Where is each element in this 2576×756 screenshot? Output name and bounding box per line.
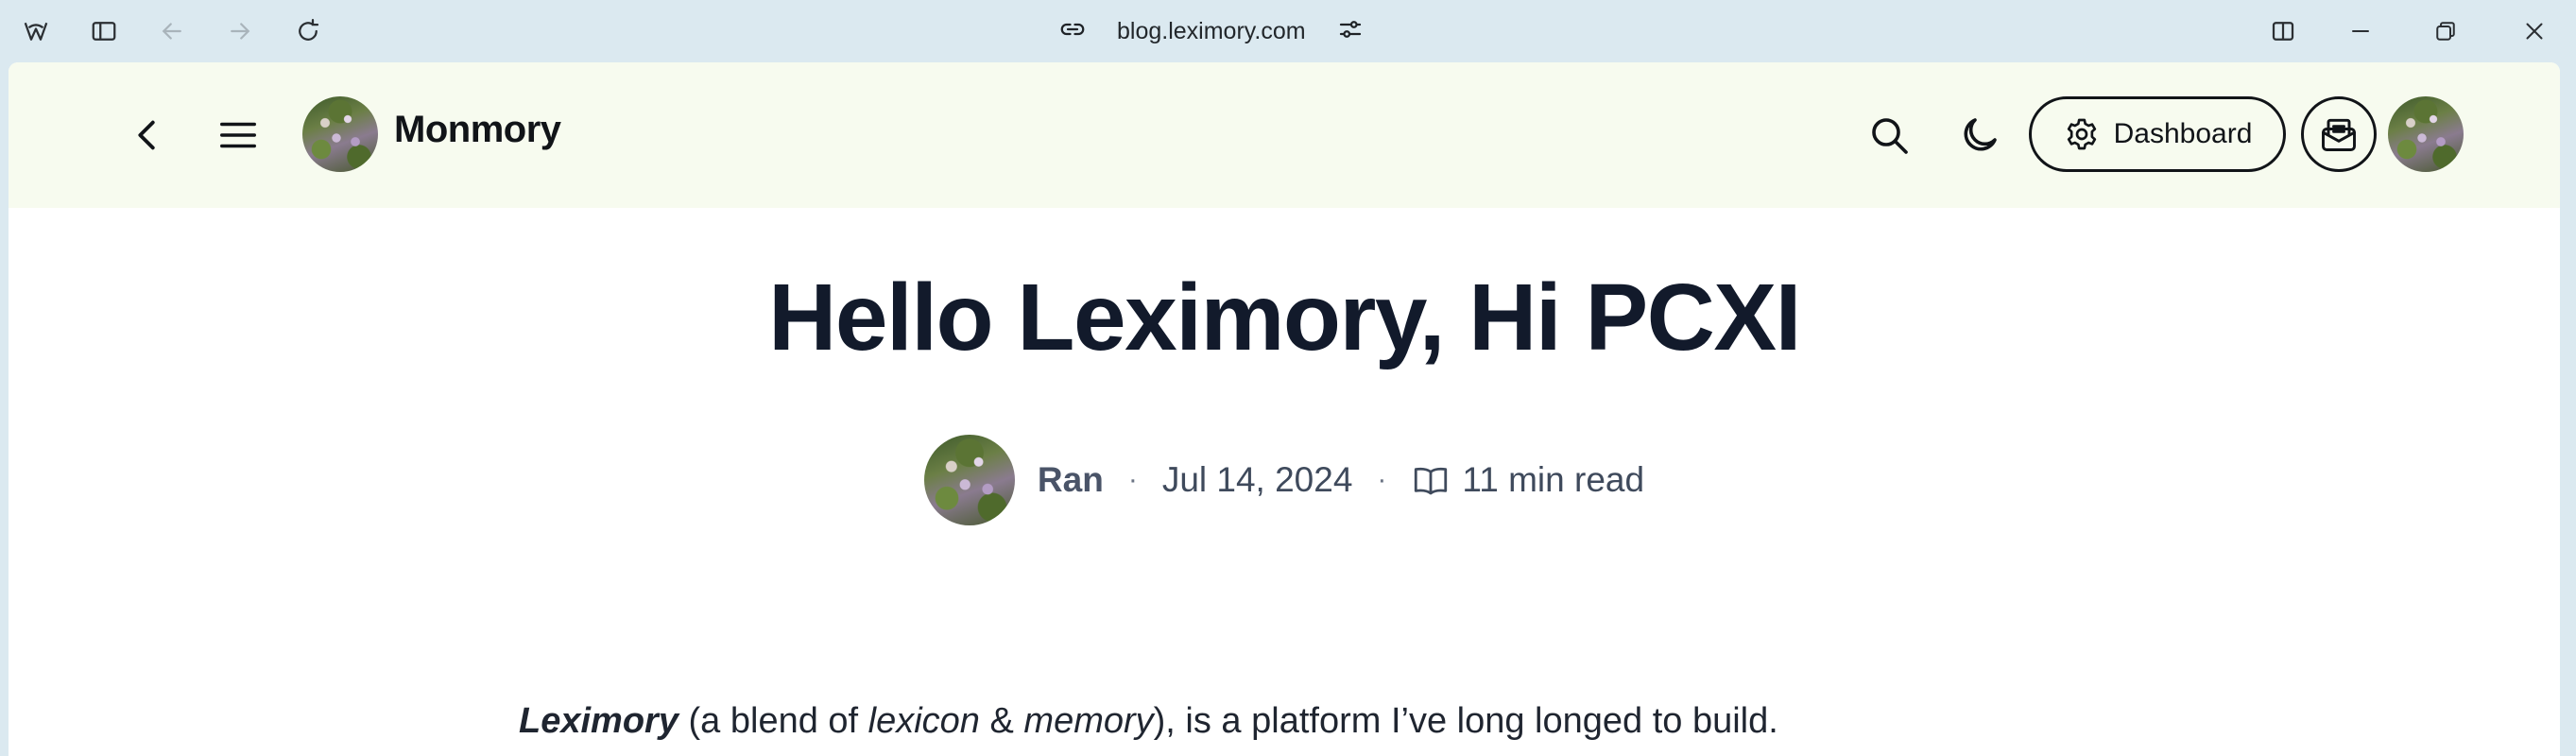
mail-inbox-icon [2322,118,2356,151]
post-meta: Ran · Jul 14, 2024 · 11 min read [9,433,2560,527]
inbox-button[interactable] [2301,96,2377,172]
site-brand-name[interactable]: Monmory [394,109,561,151]
minimize-icon[interactable] [2342,12,2379,50]
author-name[interactable]: Ran [1038,460,1104,500]
page-viewport: Monmory Dashboard Hello Leximory, Hi PCX… [9,62,2560,756]
post-title: Hello Leximory, Hi PCXI [768,265,1801,370]
intro-paragraph: Leximory (a blend of lexicon & memory), … [519,701,1778,742]
user-avatar[interactable] [2388,96,2464,172]
post-date: Jul 14, 2024 [1161,460,1353,499]
author-avatar[interactable] [923,435,1015,525]
url-text[interactable]: blog.leximory.com [1106,18,1317,45]
address-bar[interactable]: blog.leximory.com [1058,9,1365,53]
browser-titlebar: blog.leximory.com [0,0,2576,62]
site-header: Monmory Dashboard [9,62,2560,208]
back-arrow-icon[interactable] [153,12,191,50]
read-time: 11 min read [1462,460,1645,499]
dashboard-label: Dashboard [2113,118,2253,149]
intro-name: Leximory [519,701,678,741]
close-icon[interactable] [2516,12,2553,50]
split-view-icon[interactable] [2264,12,2302,50]
gear-icon [2067,118,2096,150]
search-icon[interactable] [1866,112,1912,158]
sidebar-toggle-icon[interactable] [85,12,123,50]
intro-word-lexicon: lexicon [867,701,980,741]
browser-logo-icon[interactable] [17,12,55,50]
moon-icon[interactable] [1957,112,2002,158]
intro-word-memory: memory [1023,701,1154,741]
meta-separator: · [1377,464,1387,495]
site-logo-avatar[interactable] [302,96,378,172]
restore-icon[interactable] [2427,12,2464,50]
meta-separator: · [1127,464,1138,495]
reload-icon[interactable] [289,12,327,50]
link-icon [1058,15,1087,48]
intro-part1: (a blend of [678,701,868,741]
intro-part2: & [979,701,1024,741]
forward-arrow-icon[interactable] [221,12,259,50]
dashboard-button[interactable]: Dashboard [2029,96,2286,172]
hamburger-menu-icon[interactable] [216,113,260,157]
sliders-icon[interactable] [1336,15,1365,48]
open-book-icon [1411,460,1451,500]
chevron-left-icon[interactable] [126,113,169,157]
intro-part3: ), is a platform I’ve long longed to bui… [1153,701,1778,741]
